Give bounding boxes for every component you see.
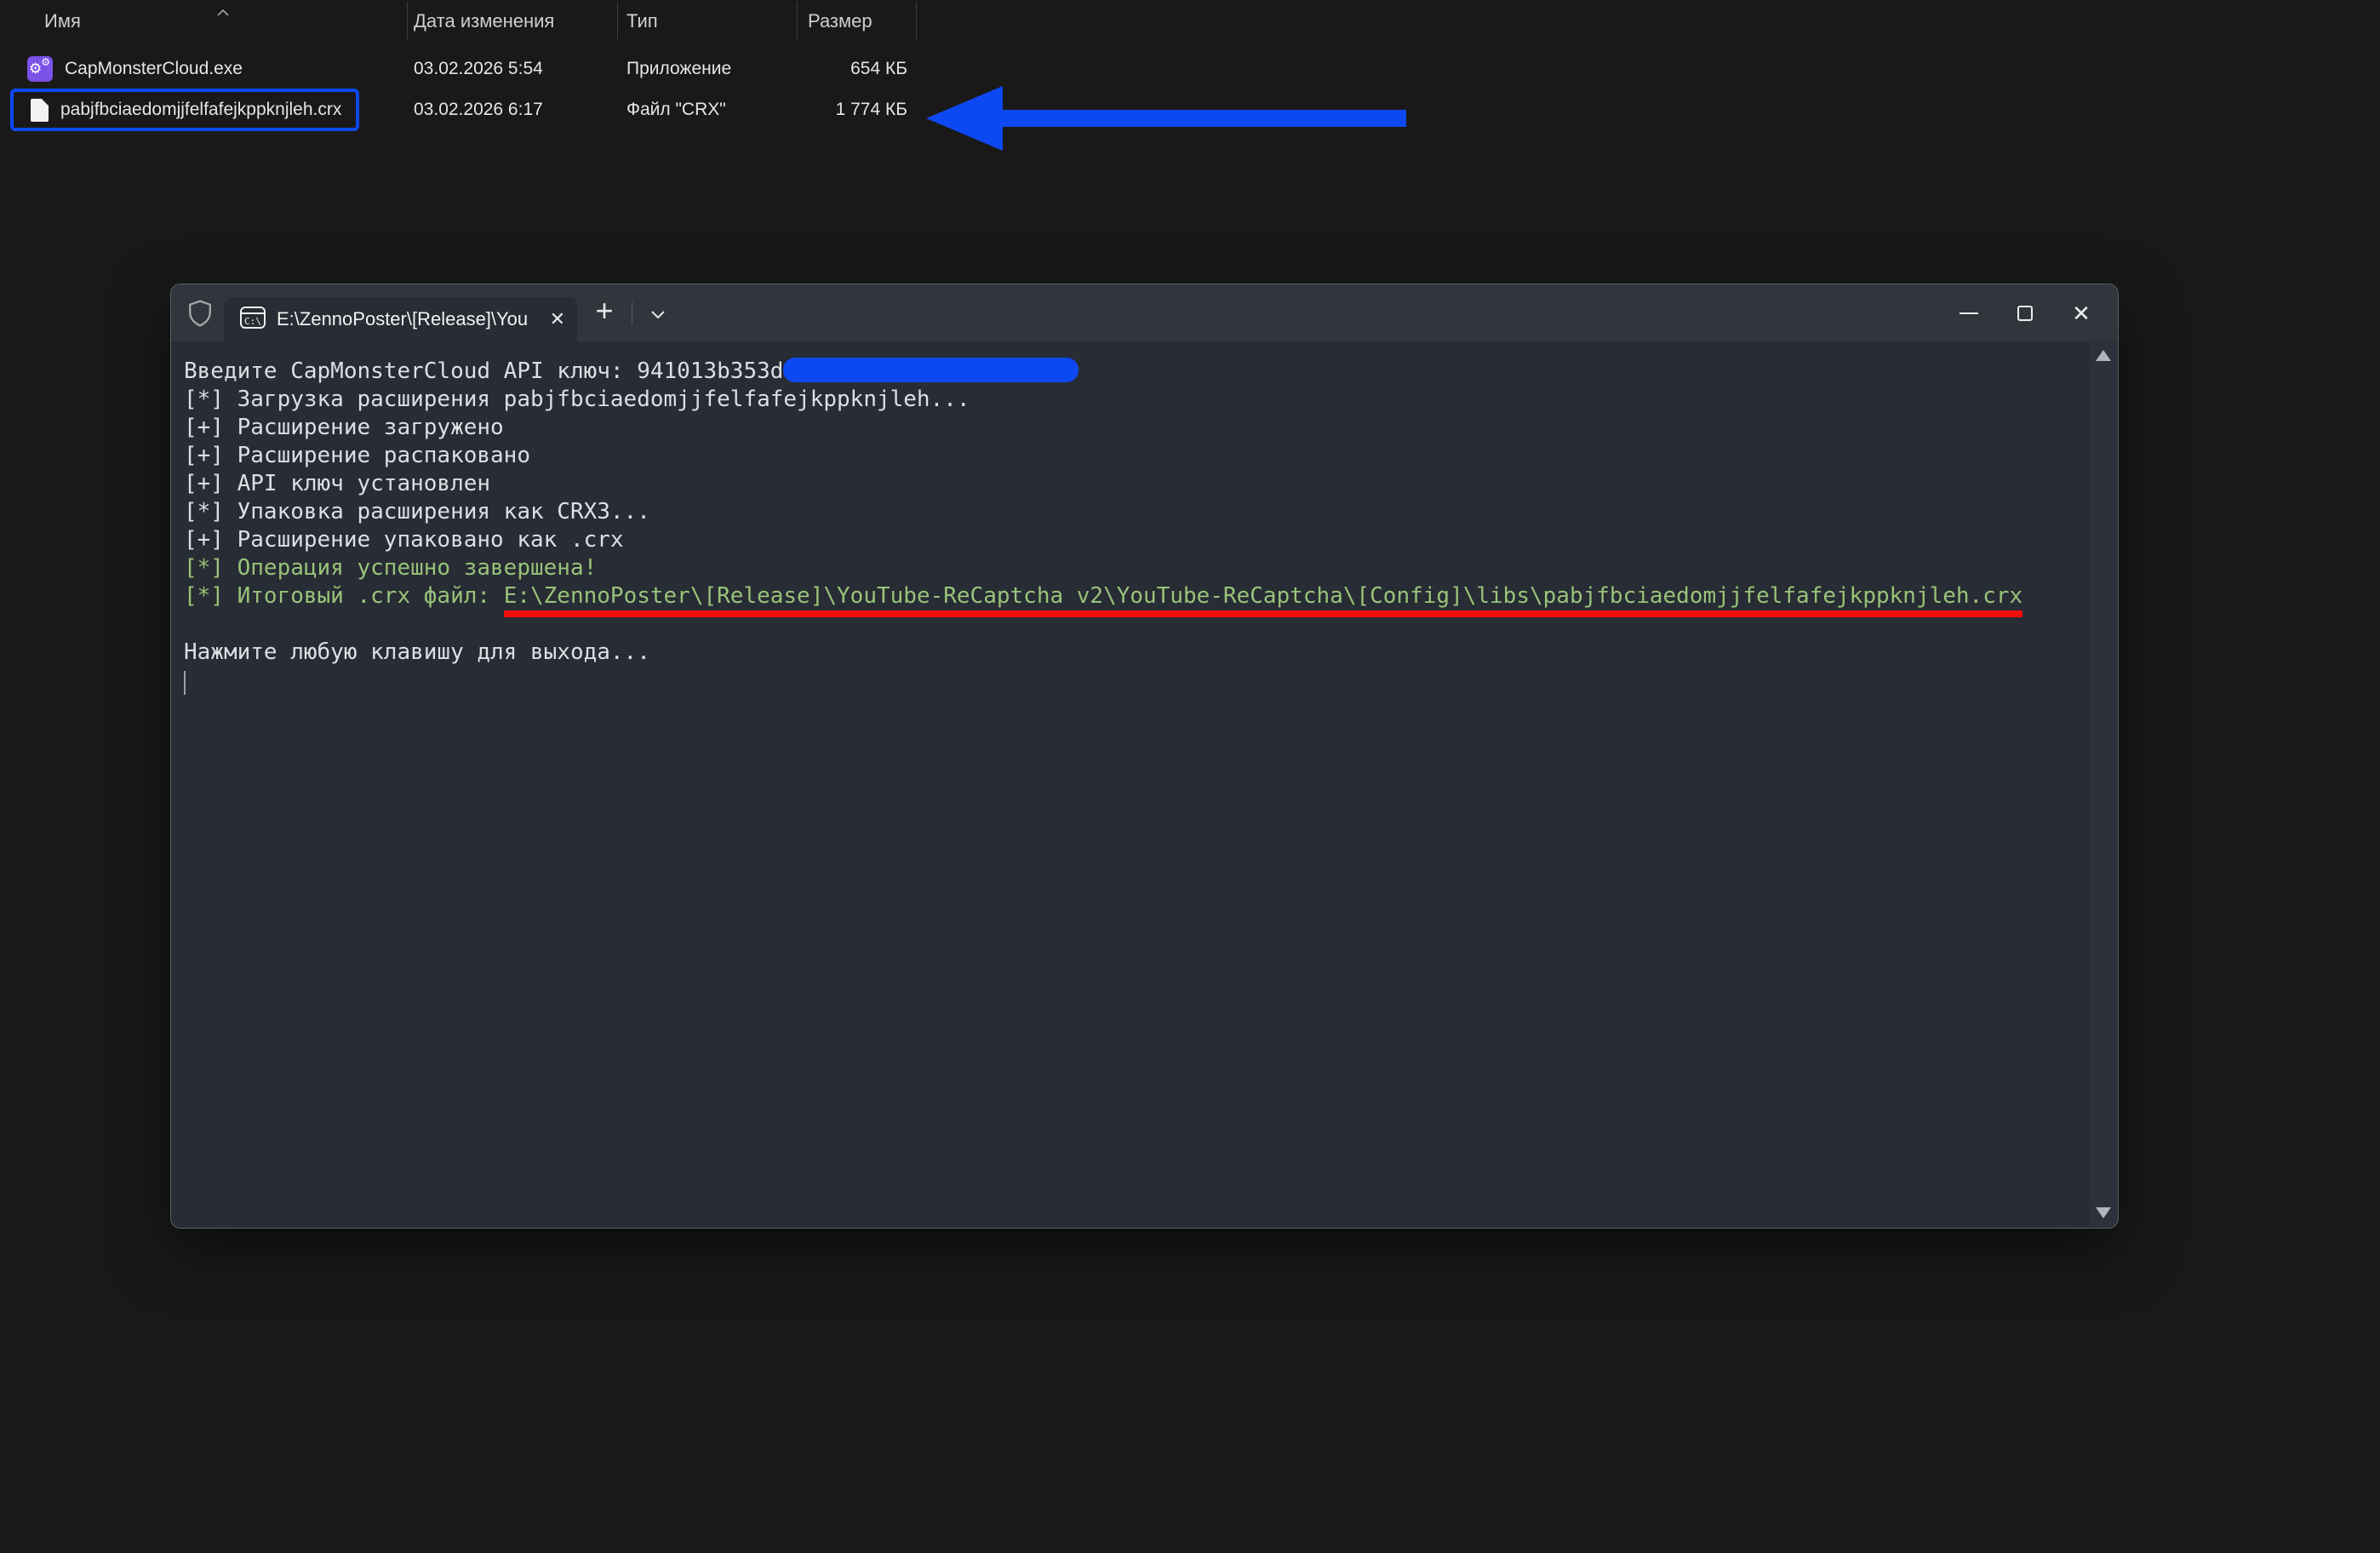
chevron-up-icon [216,0,230,22]
terminal-window: C:\ E:\ZennoPoster\[Release]\You ✕ + ✕ В… [170,284,2119,1229]
column-divider[interactable] [407,2,408,39]
file-explorer-pane: Имя Дата изменения Тип Размер ⚙⚙ CapMonst… [0,0,1021,153]
console-line: [*] Загрузка расширения pabjfbciaedomjjf… [184,386,2090,414]
arrow-head [926,86,1003,151]
file-row[interactable]: ⚙⚙ CapMonsterCloud.exe 03.02.2026 5:54 Прил… [0,48,1021,90]
shield-icon [186,299,214,328]
column-divider[interactable] [617,2,618,39]
console-line: [+] Расширение распаковано [184,442,2090,470]
console-text: [*] Итоговый .crx файл: [184,583,504,609]
tab-dropdown-chevron-icon[interactable] [641,301,675,327]
window-controls: ✕ [1941,284,2109,341]
terminal-output[interactable]: Введите CapMonsterCloud API ключ: 941013… [172,341,2090,1227]
console-line-api-key: Введите CapMonsterCloud API ключ: 941013… [184,353,2090,386]
arrow-shaft [998,110,1406,127]
console-line: [+] Расширение загружено [184,414,2090,442]
new-tab-button[interactable]: + [585,291,624,334]
file-size: 654 КБ [788,59,907,79]
console-line: Нажмите любую клавишу для выхода... [184,639,2090,667]
crx-file-path-underlined: E:\ZennoPoster\[Release]\YouTube-ReCaptc… [504,583,2022,617]
file-row[interactable]: pabjfbciaedomjjfelfafejkppknjleh.crx 03.0… [0,89,1021,131]
close-icon: ✕ [2072,302,2091,324]
console-text: Введите CapMonsterCloud API ключ: 941013… [184,358,783,384]
file-name: pabjfbciaedomjjfelfafejkppknjleh.crx [60,100,341,120]
file-date-modified: 03.02.2026 6:17 [414,100,543,120]
close-button[interactable]: ✕ [2053,284,2109,341]
file-name-cell[interactable]: pabjfbciaedomjjfelfafejkppknjleh.crx [10,89,359,131]
capmonster-app-icon: ⚙⚙ [27,56,53,82]
blue-left-arrow-annotation [926,86,1407,151]
console-line: [+] Расширение упаковано как .crx [184,526,2090,554]
column-divider[interactable] [916,2,917,39]
minimize-icon [1959,312,1978,314]
file-type: Приложение [626,59,731,79]
console-cursor-line [184,667,2090,698]
terminal-titlebar[interactable]: C:\ E:\ZennoPoster\[Release]\You ✕ + ✕ [171,284,2118,341]
maximize-icon [2017,306,2033,321]
minimize-button[interactable] [1941,284,1997,341]
column-divider[interactable] [797,2,798,39]
tab-close-icon[interactable]: ✕ [550,308,565,330]
svg-text:C:\: C:\ [244,316,261,327]
console-line-result-path: [*] Итоговый .crx файл: E:\ZennoPoster\[… [184,582,2090,610]
column-header-date-modified[interactable]: Дата изменения [414,10,554,32]
file-type: Файл "CRX" [626,100,726,120]
scroll-up-arrow-icon[interactable] [2096,350,2111,361]
console-line: [*] Упаковка расширения как CRX3... [184,498,2090,526]
cmd-prompt-icon: C:\ [239,306,266,334]
file-size: 1 774 КБ [788,100,907,120]
console-line: [+] API ключ установлен [184,470,2090,498]
crx-file-icon [31,99,49,122]
explorer-column-header: Имя Дата изменения Тип Размер [0,0,1021,41]
maximize-button[interactable] [1997,284,2053,341]
file-name: CapMonsterCloud.exe [65,59,243,79]
column-header-size[interactable]: Размер [808,10,872,32]
terminal-cursor [184,671,186,695]
terminal-scrollbar[interactable] [2090,341,2117,1227]
terminal-tab[interactable]: C:\ E:\ZennoPoster\[Release]\You ✕ [224,297,577,341]
column-header-name[interactable]: Имя [44,10,81,32]
file-date-modified: 03.02.2026 5:54 [414,59,543,79]
file-name-cell[interactable]: ⚙⚙ CapMonsterCloud.exe [10,48,359,90]
scroll-down-arrow-icon[interactable] [2096,1207,2111,1218]
column-header-type[interactable]: Тип [626,10,658,32]
console-line: [*] Операция успешно завершена! [184,554,2090,582]
tab-title: E:\ZennoPoster\[Release]\You [277,308,543,330]
redacted-api-key-overlay [783,358,1078,382]
